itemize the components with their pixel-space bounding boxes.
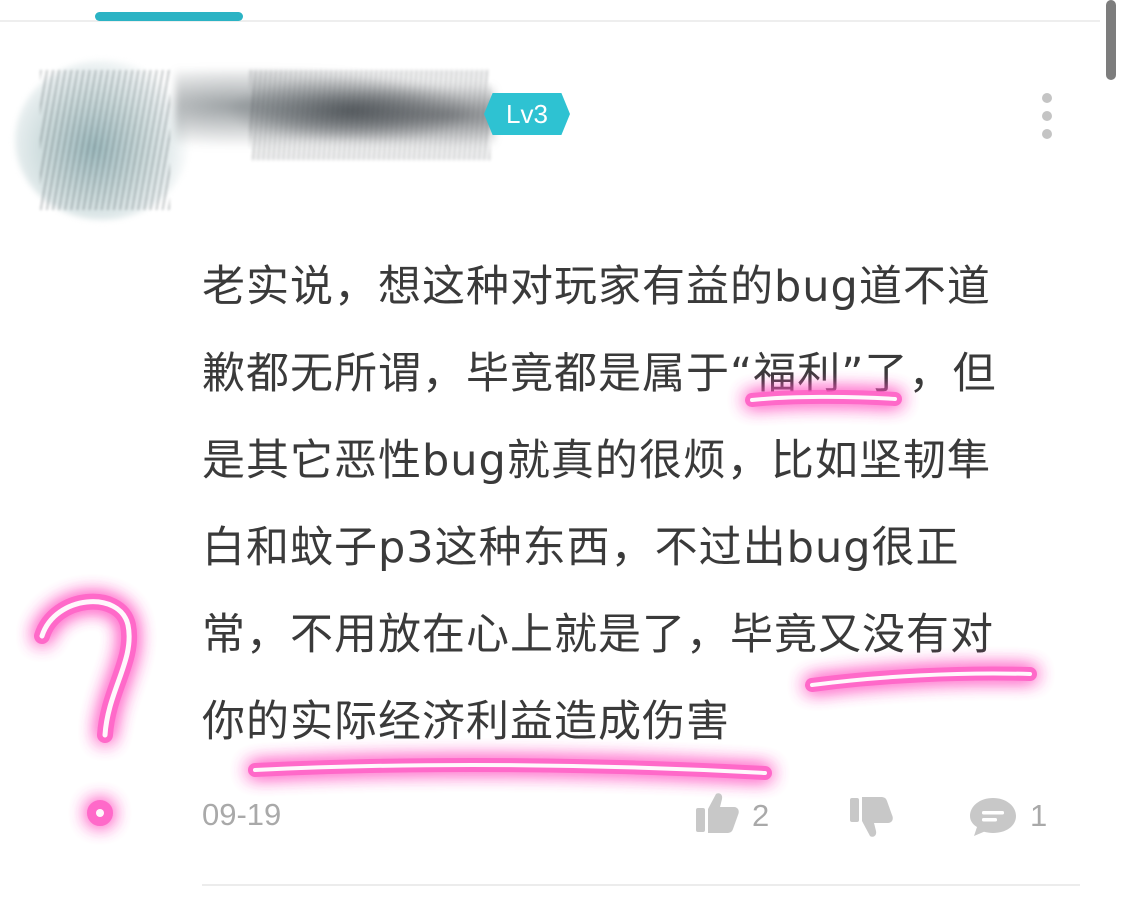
comment-line: 歉都无所谓，毕竟都是属于“福利”了，但 — [202, 349, 997, 399]
comment-text: 老实说，想这种对玩家有益的bug道不道 歉都无所谓，毕竟都是属于“福利”了，但 … — [202, 244, 1082, 766]
active-tab-indicator — [95, 12, 243, 21]
reply-bubble-icon[interactable] — [968, 796, 1018, 838]
comment-line: 你的实际经济利益造成伤害 — [202, 697, 730, 747]
comment-screen: Lv3 老实说，想这种对玩家有益的bug道不道 歉都无所谓，毕竟都是属于“福利”… — [0, 0, 1125, 906]
comment-line: 常，不用放在心上就是了，毕竟又没有对 — [202, 610, 994, 660]
underline-economic — [248, 757, 772, 780]
scrollbar[interactable] — [1106, 0, 1116, 80]
avatar-redaction — [40, 70, 170, 210]
username-redaction — [250, 70, 490, 160]
question-dot — [87, 800, 113, 826]
more-vertical-icon[interactable] — [1032, 93, 1062, 139]
comment-date: 09-19 — [202, 797, 282, 832]
comment-line: 白和蚊子p3这种东西，不过出bug很正 — [202, 523, 960, 573]
thumbs-down-icon[interactable] — [848, 794, 894, 840]
thumbs-up-icon[interactable] — [694, 790, 740, 836]
comment-line: 老实说，想这种对玩家有益的bug道不道 — [202, 262, 991, 312]
reply-count: 1 — [1030, 798, 1048, 833]
question-mark — [34, 593, 138, 743]
comment-line: 是其它恶性bug就真的很烦，比如坚韧隼 — [202, 436, 991, 486]
level-badge: Lv3 — [484, 93, 570, 135]
like-count: 2 — [752, 798, 770, 833]
bottom-divider — [202, 884, 1080, 886]
